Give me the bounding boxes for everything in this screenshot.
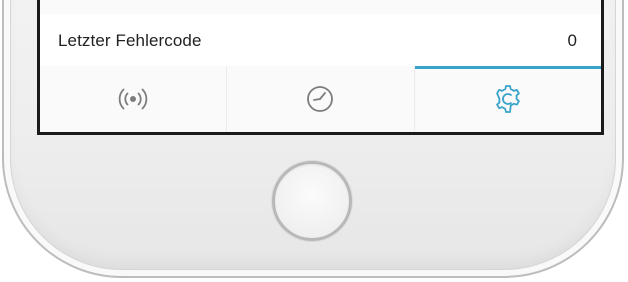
tab-live-signal[interactable] <box>40 66 228 132</box>
tab-bar <box>40 66 601 132</box>
row-label: Letzter Fehlercode <box>58 31 202 50</box>
row-value: 0 <box>567 31 577 50</box>
tab-settings[interactable] <box>414 66 601 132</box>
tab-history[interactable] <box>227 66 415 132</box>
home-button[interactable] <box>272 161 352 241</box>
clock-icon <box>302 81 338 117</box>
phone-screen: Letzter Fehlercode 0 <box>37 0 604 135</box>
broadcast-icon <box>115 81 151 117</box>
tab-indicator <box>40 66 226 69</box>
device-frame: Letzter Fehlercode 0 <box>0 0 628 282</box>
tab-indicator-active <box>414 66 601 69</box>
gear-icon <box>490 81 526 117</box>
tab-indicator <box>227 66 413 69</box>
last-error-code-row: Letzter Fehlercode 0 <box>40 14 601 68</box>
